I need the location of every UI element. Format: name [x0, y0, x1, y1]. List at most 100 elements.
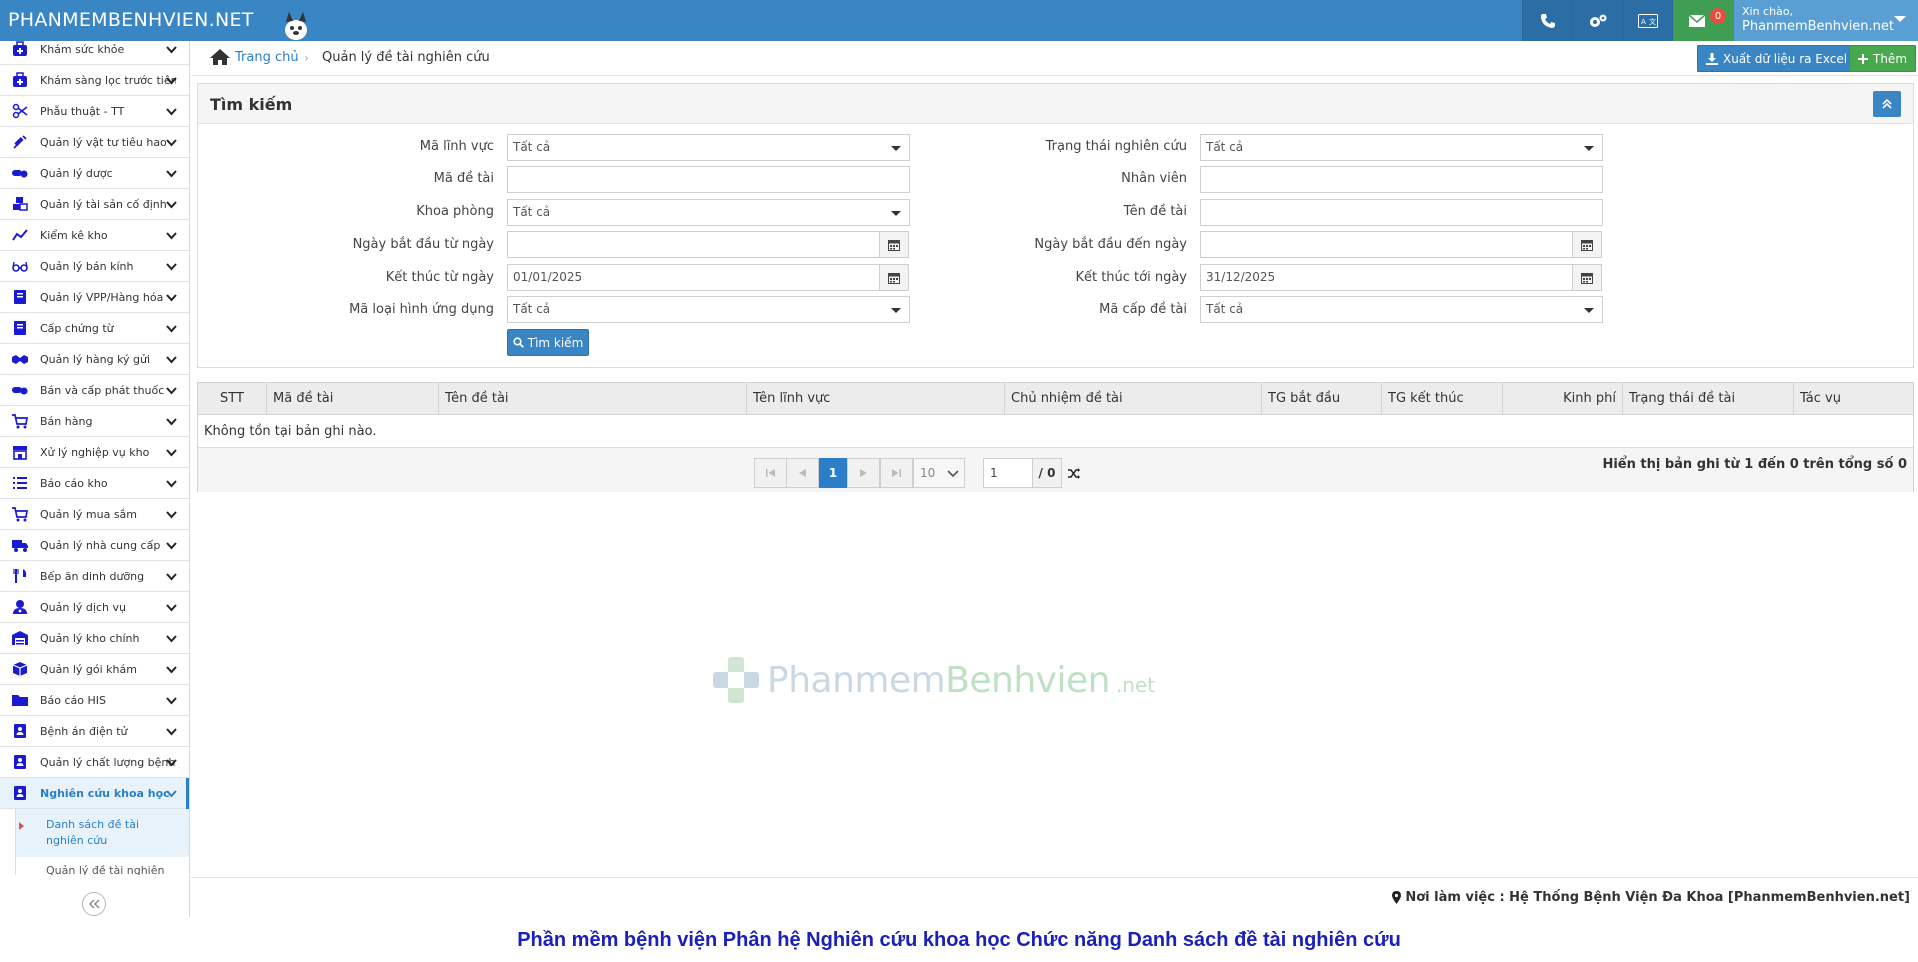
ngay-bd-tu-input[interactable]: [507, 231, 880, 258]
plus-icon: [1858, 53, 1868, 64]
ma-cap-select[interactable]: Tất cả: [1200, 296, 1603, 323]
ma-linh-vuc-select[interactable]: Tất cả: [507, 134, 910, 161]
ket-thuc-tu-input[interactable]: 01/01/2025: [507, 264, 880, 291]
sidebar-item[interactable]: Quản lý bán kính: [0, 251, 189, 282]
ten-de-tai-input[interactable]: [1200, 199, 1603, 226]
sidebar-item[interactable]: Cấp chứng từ: [0, 313, 189, 344]
column-header[interactable]: TG bắt đầu: [1262, 383, 1382, 415]
chevron-down-icon: [166, 137, 177, 148]
column-header[interactable]: TG kết thúc: [1382, 383, 1503, 415]
search-button-label: Tìm kiếm: [527, 335, 584, 350]
mail-button[interactable]: 0: [1672, 0, 1734, 41]
cubes-icon: [12, 196, 28, 212]
calendar-icon: [1581, 272, 1593, 284]
sidebar-item[interactable]: Bán và cấp phát thuốc: [0, 375, 189, 406]
pills-icon: [12, 382, 28, 398]
chevron-down-icon: [166, 571, 177, 582]
sidebar-item[interactable]: Quản lý tài sản cố định: [0, 189, 189, 220]
goto-page-button[interactable]: [1062, 458, 1086, 488]
breadcrumb-separator-icon: ›: [304, 51, 309, 65]
column-header[interactable]: STT: [198, 383, 267, 415]
chevron-down-icon: [166, 726, 177, 737]
home-icon[interactable]: [209, 48, 231, 66]
phone-button[interactable]: [1522, 0, 1572, 41]
data-table: STT Mã đề tài Tên đề tài Tên lĩnh vực Ch…: [197, 382, 1914, 492]
breadcrumb-home-link[interactable]: Trang chủ: [235, 50, 299, 65]
sidebar-item[interactable]: Phẫu thuật - TT: [0, 96, 189, 127]
sidebar-item[interactable]: Quản lý kho chính: [0, 623, 189, 654]
last-page-button[interactable]: [880, 458, 913, 488]
handshake-icon: [12, 351, 28, 367]
language-button[interactable]: A文: [1622, 0, 1672, 41]
user-menu[interactable]: Xin chào, PhanmemBenhvien.net: [1734, 0, 1918, 41]
goto-page-input[interactable]: 1: [983, 458, 1033, 488]
sidebar-item[interactable]: Xử lý nghiệp vụ kho: [0, 437, 189, 468]
sidebar-item[interactable]: Quản lý dịch vụ: [0, 592, 189, 623]
ma-loai-hinh-label: Mã loại hình ứng dụng: [349, 302, 494, 317]
sidebar-subitem-danh-sach[interactable]: Danh sách đề tài nghiên cứu: [15, 809, 189, 857]
sidebar-item-label: Báo cáo kho: [40, 476, 108, 490]
chevron-down-icon: [166, 354, 177, 365]
download-icon: [1706, 52, 1718, 65]
column-header[interactable]: Tác vụ: [1794, 383, 1915, 415]
page-size-select[interactable]: 10: [913, 458, 965, 488]
column-header[interactable]: Trạng thái đề tài: [1623, 383, 1794, 415]
sidebar-item[interactable]: Báo cáo HIS: [0, 685, 189, 716]
medical-cross-icon: [713, 657, 759, 703]
sidebar-item[interactable]: Quản lý hàng ký gửi: [0, 344, 189, 375]
search-panel-title: Tìm kiếm: [210, 95, 293, 114]
column-header[interactable]: Chủ nhiệm đề tài: [1005, 383, 1262, 415]
column-header[interactable]: Tên lĩnh vực: [747, 383, 1005, 415]
export-excel-button[interactable]: Xuất dữ liệu ra Excel: [1697, 45, 1857, 72]
settings-button[interactable]: [1572, 0, 1622, 41]
sidebar-item[interactable]: Báo cáo kho: [0, 468, 189, 499]
search-button[interactable]: Tìm kiếm: [507, 329, 589, 356]
ket-thuc-toi-input[interactable]: 31/12/2025: [1200, 264, 1573, 291]
sidebar-item[interactable]: Bệnh án điện tử: [0, 716, 189, 747]
chevron-down-icon: [166, 199, 177, 210]
ma-cap-label: Mã cấp đề tài: [1099, 302, 1187, 317]
sidebar-item[interactable]: Quản lý dược: [0, 158, 189, 189]
map-marker-icon: [1392, 891, 1402, 904]
sidebar-item[interactable]: Khám sàng lọc trước tiêm: [0, 65, 189, 96]
khoa-phong-select[interactable]: Tất cả: [507, 199, 910, 226]
sidebar-item[interactable]: Quản lý VPP/Hàng hóa: [0, 282, 189, 313]
sidebar-subitem-quan-ly[interactable]: Quản lý đề tài nghiên cứu: [15, 857, 189, 875]
pagination-bar: 1 10 1 / 0 Hiển thị bản ghi từ 1 đến 0 t…: [198, 447, 1913, 492]
sidebar-item[interactable]: Quản lý chất lượng bệnh viện: [0, 747, 189, 778]
sidebar-item[interactable]: Quản lý gói khám: [0, 654, 189, 685]
sidebar-item[interactable]: Nghiên cứu khoa học: [0, 778, 189, 809]
sidebar-item[interactable]: Kiểm kê kho: [0, 220, 189, 251]
trang-thai-select[interactable]: Tất cả: [1200, 134, 1603, 161]
chevron-down-icon: [166, 75, 177, 86]
prev-page-button[interactable]: [786, 458, 819, 488]
collapse-panel-button[interactable]: [1873, 91, 1901, 117]
next-page-button[interactable]: [847, 458, 880, 488]
first-page-button[interactable]: [754, 458, 787, 488]
sidebar-item[interactable]: Quản lý vật tư tiêu hao: [0, 127, 189, 158]
ma-de-tai-input[interactable]: [507, 166, 910, 193]
ngay-bd-den-input[interactable]: [1200, 231, 1573, 258]
sidebar-collapse-button[interactable]: [82, 892, 106, 916]
sidebar-item[interactable]: Khám sức khỏe: [0, 41, 189, 65]
page-number-button[interactable]: 1: [819, 458, 847, 488]
add-button[interactable]: Thêm: [1849, 45, 1917, 72]
scissors-icon: [12, 103, 28, 119]
sidebar-item[interactable]: Quản lý nhà cung cấp: [0, 530, 189, 561]
nhan-vien-input[interactable]: [1200, 166, 1603, 193]
sidebar-item-label: Quản lý hàng ký gửi: [40, 352, 151, 366]
calendar-button[interactable]: [1572, 231, 1602, 258]
syringe-icon: [12, 134, 28, 150]
sidebar-item[interactable]: Bếp ăn dinh dưỡng: [0, 561, 189, 592]
sidebar-item[interactable]: Bán hàng: [0, 406, 189, 437]
column-header[interactable]: Kinh phí: [1503, 383, 1623, 415]
column-header[interactable]: Mã đề tài: [267, 383, 439, 415]
calendar-button[interactable]: [1572, 264, 1602, 291]
ma-loai-hinh-select[interactable]: Tất cả: [507, 296, 910, 323]
chevron-down-icon: [166, 44, 177, 55]
brand-logo-text[interactable]: PHANMEMBENHVIEN.NET: [8, 9, 254, 31]
sidebar-item[interactable]: Quản lý mua sắm: [0, 499, 189, 530]
chevron-down-icon: [166, 168, 177, 179]
column-header[interactable]: Tên đề tài: [439, 383, 747, 415]
sidebar-item-label: Bán và cấp phát thuốc: [40, 383, 165, 397]
